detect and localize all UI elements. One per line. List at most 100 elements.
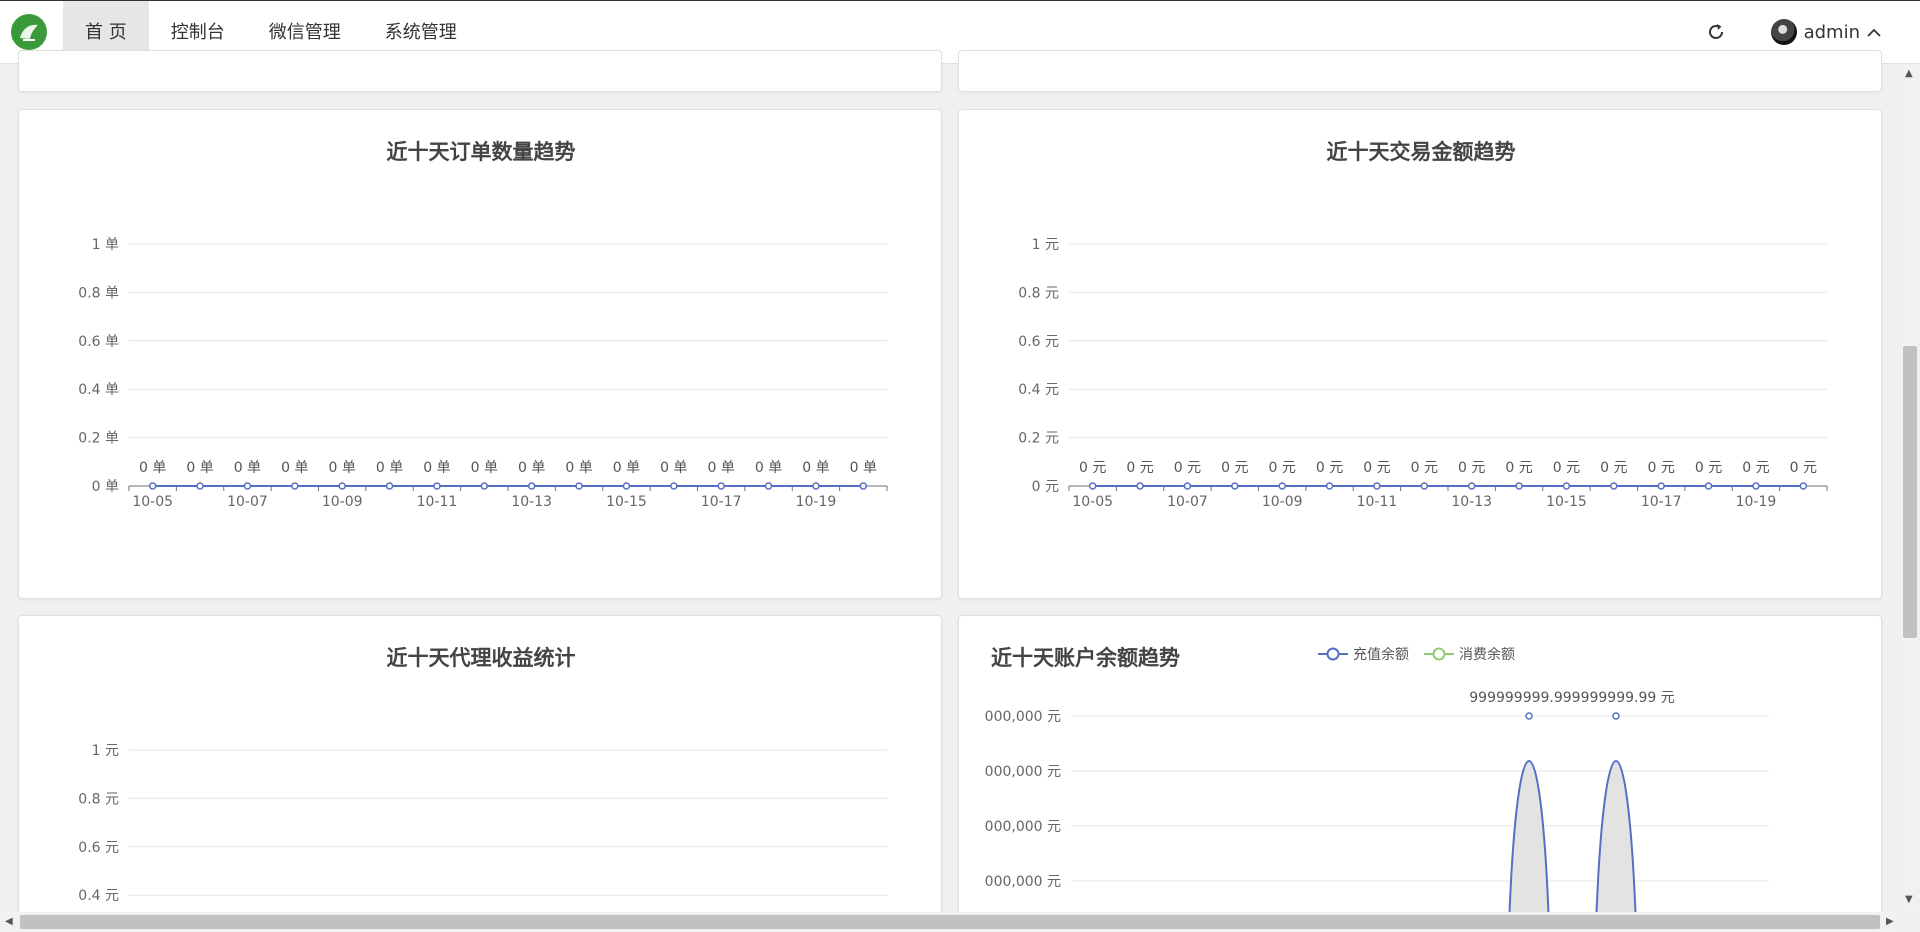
y-tick-label: 000,000 元	[985, 874, 1061, 890]
data-label: 0 单	[281, 460, 308, 476]
y-tick-label: 0 元	[1032, 479, 1059, 495]
y-tick-label: 0.2 单	[78, 431, 119, 447]
x-tick-label: 10-15	[606, 494, 647, 510]
data-label: 0 单	[423, 460, 450, 476]
data-label: 0 单	[139, 460, 166, 476]
data-point	[764, 482, 773, 490]
x-tick-label: 10-17	[701, 494, 742, 510]
y-tick-label: 0.8 元	[1018, 285, 1059, 301]
refresh-icon[interactable]	[1701, 17, 1731, 47]
data-label: 0 元	[1363, 460, 1390, 476]
data-label: 0 元	[1174, 460, 1201, 476]
x-tick-label: 10-19	[796, 494, 837, 510]
card-amount-trend: 近十天交易金额趋势 0 元 0.2 元 0.4 元 0.6 元 0.8 元1 元 10-0…	[958, 109, 1882, 599]
y-tick-label: 000,000 元	[985, 819, 1061, 835]
y-tick-label: 0.6 单	[78, 334, 119, 350]
x-tick-label: 10-09	[1262, 494, 1303, 510]
horizontal-scrollbar[interactable]: ◀ ▶	[0, 912, 1900, 932]
data-point	[1610, 482, 1618, 490]
username: admin	[1803, 21, 1860, 43]
chart-amount-trend: 0 元 0.2 元 0.4 元 0.6 元 0.8 元 1 元 10-05 10-07 10-0…	[1018, 237, 1828, 510]
x-tick-label: 10-05	[132, 494, 173, 510]
y-tick-label: 0.8 元	[78, 791, 119, 807]
y-tick-label: 0.4 元	[78, 888, 119, 904]
data-point	[812, 482, 820, 490]
data-label: 0 单	[329, 460, 356, 476]
data-label: 0 单	[613, 460, 640, 476]
data-point	[148, 482, 157, 490]
y-tick-label: 0.8 单	[78, 285, 119, 301]
vertical-scroll-thumb[interactable]	[1903, 346, 1917, 638]
data-label: 0 单	[850, 460, 877, 476]
data-point	[622, 482, 631, 490]
scroll-left-arrow-icon[interactable]: ◀	[5, 916, 13, 927]
vertical-scrollbar[interactable]: ▲ ▼	[1900, 64, 1920, 912]
x-tick-label: 10-11	[1357, 494, 1398, 510]
data-label: 0 元	[1600, 460, 1627, 476]
x-tick-label: 10-17	[1641, 494, 1682, 510]
data-point	[433, 482, 441, 490]
y-tick-label: 1 单	[92, 237, 119, 253]
data-point	[575, 482, 583, 490]
data-point	[859, 482, 868, 490]
y-tick-label: 0.6 元	[1018, 334, 1059, 350]
x-tick-label: 10-13	[1451, 494, 1492, 510]
data-label: 0 单	[755, 460, 782, 476]
data-point	[480, 482, 489, 490]
data-label: 0 单	[565, 460, 592, 476]
card-balance-trend: 近十天账户余额趋势 充值余额 消费余额 000,000 元 000,000 元 00…	[958, 615, 1882, 915]
data-label: 0 元	[1221, 460, 1248, 476]
scroll-up-arrow-icon[interactable]: ▲	[1905, 68, 1913, 79]
data-point	[527, 482, 536, 490]
data-point	[1183, 482, 1192, 490]
y-tick-label: 000,000 元	[985, 764, 1061, 780]
data-point	[1562, 482, 1571, 490]
scroll-right-arrow-icon[interactable]: ▶	[1886, 916, 1894, 927]
chart-agent-earnings: 0.4 元 0.6 元 0.8 元 1 元	[78, 743, 887, 904]
data-point	[1136, 482, 1144, 490]
area-fill	[1596, 761, 1636, 914]
card-order-trend: 近十天订单数量趋势 0 单 0.2 单 0.4 单 0.6 单 0.8 单1 单 10-0…	[18, 109, 942, 599]
data-label: 0 元	[1648, 460, 1675, 476]
data-point	[1088, 482, 1097, 490]
y-tick-label: 0.4 元	[1018, 382, 1059, 398]
data-label: 0 元	[1695, 460, 1722, 476]
data-label: 999999999.999999999.99 元	[1469, 690, 1675, 706]
data-label: 0 元	[1079, 460, 1106, 476]
data-label: 0 元	[1458, 460, 1485, 476]
data-label: 0 元	[1790, 460, 1817, 476]
card-top-left-partial	[18, 50, 942, 92]
x-tick-label: 10-15	[1546, 494, 1587, 510]
data-label: 0 单	[376, 460, 403, 476]
data-point	[1373, 482, 1381, 490]
data-label: 0 元	[1553, 460, 1580, 476]
user-menu[interactable]: admin	[1770, 19, 1882, 45]
horizontal-scroll-thumb[interactable]	[20, 915, 1880, 929]
data-label: 0 单	[186, 460, 213, 476]
data-label: 0 元	[1411, 460, 1438, 476]
y-tick-label: 0.2 元	[1018, 431, 1059, 447]
y-tick-label: 0.6 元	[78, 840, 119, 856]
x-tick-label: 10-05	[1072, 494, 1113, 510]
data-point	[1231, 482, 1239, 490]
chart-balance-trend: 000,000 元 000,000 元 000,000 元 000,000 元 9999…	[985, 690, 1769, 914]
data-point	[196, 482, 204, 490]
data-point	[385, 482, 394, 490]
data-point	[1420, 482, 1429, 490]
y-tick-label: 1 元	[1032, 237, 1059, 253]
data-point	[1515, 482, 1523, 490]
scroll-down-arrow-icon[interactable]: ▼	[1905, 894, 1913, 905]
y-tick-label: 0.4 单	[78, 382, 119, 398]
x-tick-label: 10-19	[1736, 494, 1777, 510]
x-tick-label: 10-09	[322, 494, 363, 510]
data-label: 0 单	[518, 460, 545, 476]
data-point	[670, 482, 678, 490]
data-label: 0 元	[1126, 460, 1153, 476]
data-point	[1325, 482, 1334, 490]
y-tick-label: 0 单	[92, 479, 119, 495]
data-point	[1278, 482, 1286, 490]
logo-icon[interactable]	[11, 14, 47, 50]
data-point	[1612, 712, 1620, 720]
y-tick-label: 000,000 元	[985, 709, 1061, 725]
chevron-up-icon	[1866, 22, 1882, 43]
